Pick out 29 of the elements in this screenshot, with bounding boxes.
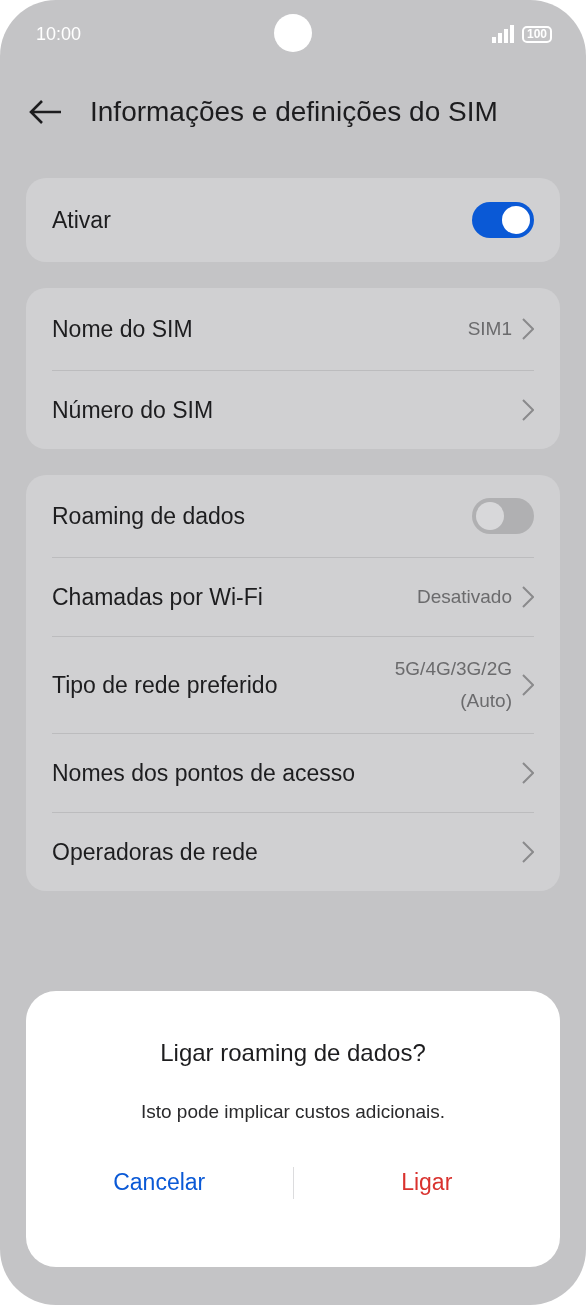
back-icon[interactable] bbox=[28, 99, 62, 125]
clock: 10:00 bbox=[36, 23, 82, 45]
chevron-right-icon bbox=[522, 674, 534, 696]
setting-label[interactable]: Tipo de rede preferido bbox=[52, 671, 278, 699]
battery-icon: 100 bbox=[521, 25, 552, 43]
setting-value: Desativado bbox=[416, 585, 512, 609]
cancel-button[interactable]: Cancelar bbox=[26, 1161, 293, 1204]
toggle-switch[interactable] bbox=[472, 202, 534, 238]
setting-value: SIM1 bbox=[467, 317, 512, 341]
setting-label[interactable]: Nome do SIM bbox=[52, 315, 193, 343]
chevron-right-icon bbox=[522, 762, 534, 784]
toggle-switch[interactable] bbox=[472, 498, 534, 534]
chevron-right-icon bbox=[522, 841, 534, 863]
setting-label[interactable]: Nomes dos pontos de acesso bbox=[52, 759, 355, 787]
confirm-button[interactable]: Ligar bbox=[293, 1161, 560, 1204]
page-title: Informações e definições do SIM bbox=[90, 96, 498, 128]
chevron-right-icon bbox=[522, 586, 534, 608]
setting-label[interactable]: Número do SIM bbox=[52, 396, 214, 424]
setting-label[interactable]: Operadoras de rede bbox=[52, 838, 258, 866]
setting-label[interactable]: Chamadas por Wi-Fi bbox=[52, 583, 263, 611]
chevron-right-icon bbox=[522, 318, 534, 340]
setting-value: 5G/4G/3G/2G (Auto) bbox=[394, 657, 512, 713]
dialog-title: Ligar roaming de dados? bbox=[160, 1039, 426, 1067]
dialog-message: Isto pode implicar custos adicionais. bbox=[140, 1101, 446, 1123]
chevron-right-icon bbox=[522, 399, 534, 421]
setting-label[interactable]: Ativar bbox=[52, 206, 111, 234]
signal-icon bbox=[491, 25, 516, 43]
setting-label[interactable]: Roaming de dados bbox=[52, 502, 246, 530]
camera-icon bbox=[274, 14, 312, 52]
